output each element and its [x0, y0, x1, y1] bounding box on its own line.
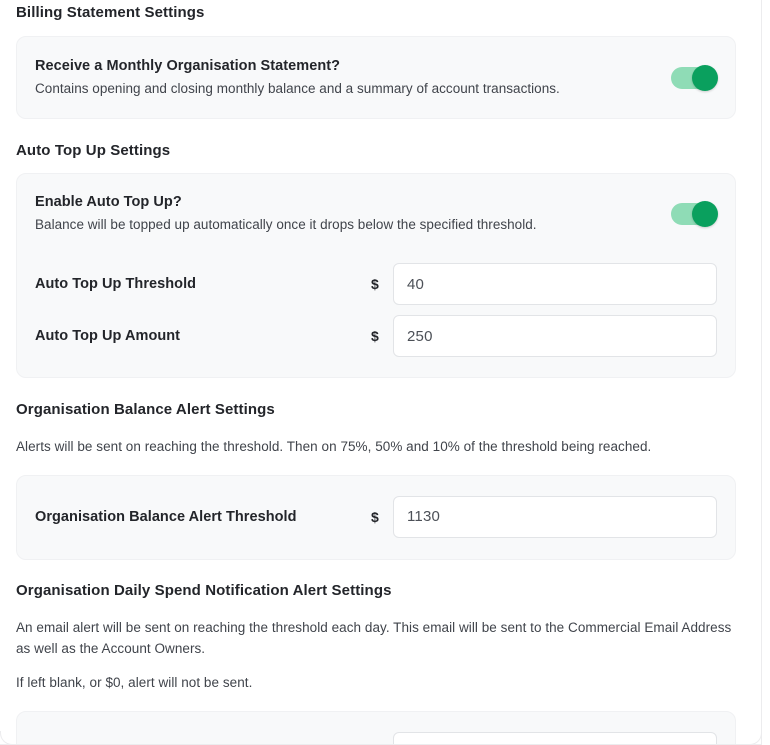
toggle-knob-icon: [692, 64, 718, 91]
balance-alert-card: Organisation Balance Alert Threshold $: [16, 474, 736, 560]
monthly-statement-text: Receive a Monthly Organisation Statement…: [35, 57, 560, 98]
auto-top-up-amount-row: Auto Top Up Amount $: [35, 315, 717, 358]
billing-statement-card: Receive a Monthly Organisation Statement…: [16, 36, 736, 120]
balance-alert-note: Alerts will be sent on reaching the thre…: [16, 439, 652, 455]
daily-spend-note-blank: If left blank, or $0, alert will not be …: [16, 675, 253, 691]
auto-top-up-amount-input[interactable]: [393, 315, 717, 358]
auto-top-up-toggle-switch[interactable]: [671, 200, 718, 227]
monthly-statement-toggle-row: Receive a Monthly Organisation Statement…: [35, 57, 718, 98]
toggle-knob-icon: [692, 200, 718, 227]
section-heading-daily-spend: Organisation Daily Spend Notification Al…: [16, 581, 392, 599]
balance-alert-threshold-input[interactable]: [393, 495, 717, 538]
spend-alert-card: Organisation Spend Alert Threshold $: [16, 710, 736, 745]
currency-symbol: $: [371, 508, 379, 525]
section-heading-billing-statement: Billing Statement Settings: [16, 4, 205, 21]
section-heading-balance-alert: Organisation Balance Alert Settings: [16, 401, 275, 419]
monthly-statement-subtitle: Contains opening and closing monthly bal…: [35, 80, 560, 96]
section-heading-auto-top-up: Auto Top Up Settings: [16, 142, 171, 160]
auto-top-up-subtitle: Balance will be topped up automatically …: [35, 216, 537, 232]
auto-top-up-amount-label: Auto Top Up Amount: [35, 328, 181, 345]
monthly-statement-toggle-switch[interactable]: [671, 64, 718, 91]
balance-alert-threshold-row: Organisation Balance Alert Threshold $: [35, 495, 717, 538]
auto-top-up-threshold-row: Auto Top Up Threshold $: [35, 263, 717, 306]
currency-symbol: $: [371, 276, 379, 293]
settings-page: Billing Statement Settings Receive a Mon…: [0, 0, 770, 745]
auto-top-up-card: Enable Auto Top Up? Balance will be topp…: [16, 173, 736, 379]
monthly-statement-title: Receive a Monthly Organisation Statement…: [35, 58, 341, 74]
spend-alert-threshold-input[interactable]: [393, 731, 717, 745]
auto-top-up-threshold-input[interactable]: [393, 263, 717, 306]
auto-top-up-text: Enable Auto Top Up? Balance will be topp…: [35, 193, 537, 234]
auto-top-up-toggle-row: Enable Auto Top Up? Balance will be topp…: [35, 193, 718, 234]
currency-symbol: $: [371, 328, 379, 345]
panel-corner-right: [748, 731, 762, 745]
auto-top-up-title: Enable Auto Top Up?: [35, 194, 182, 211]
daily-spend-note: An email alert will be sent on reaching …: [16, 619, 732, 656]
balance-alert-threshold-label: Organisation Balance Alert Threshold: [35, 508, 297, 525]
settings-content: Billing Statement Settings Receive a Mon…: [0, 0, 752, 745]
panel-right-border: [761, 0, 762, 745]
spend-alert-threshold-row: Organisation Spend Alert Threshold $: [35, 731, 717, 745]
auto-top-up-threshold-label: Auto Top Up Threshold: [35, 276, 197, 293]
